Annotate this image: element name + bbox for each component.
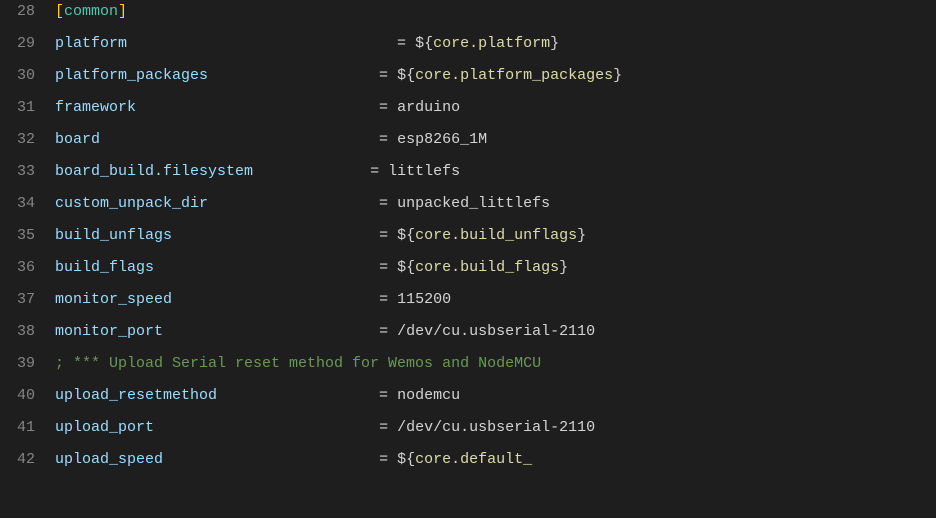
line-content: board = esp8266_1M [55, 128, 936, 152]
code-line: 42upload_speed = ${core.default_ [0, 448, 936, 480]
token: = [154, 419, 397, 436]
line-content: custom_unpack_dir = unpacked_littlefs [55, 192, 936, 216]
code-line: 40upload_resetmethod = nodemcu [0, 384, 936, 416]
line-number: 34 [0, 192, 55, 216]
token: framework [55, 99, 136, 116]
line-content: board_build.filesystem = littlefs [55, 160, 936, 184]
token: = [208, 195, 397, 212]
token: core.build_flags [415, 259, 559, 276]
token: platform [55, 35, 127, 52]
token: = [163, 323, 397, 340]
code-line: 30platform_packages = ${core.platform_pa… [0, 64, 936, 96]
token: board [55, 131, 100, 148]
token: = [208, 67, 397, 84]
token: custom_unpack_dir [55, 195, 208, 212]
token: upload_speed [55, 451, 163, 468]
line-number: 39 [0, 352, 55, 376]
token: build_flags [55, 259, 154, 276]
line-content: ; *** Upload Serial reset method for Wem… [55, 352, 936, 376]
line-content: upload_resetmethod = nodemcu [55, 384, 936, 408]
line-content: platform = ${core.platform} [55, 32, 936, 56]
line-content: upload_speed = ${core.default_ [55, 448, 936, 472]
token: core.platform_packages [415, 67, 613, 84]
token: platform_packages [55, 67, 208, 84]
token: = [163, 451, 397, 468]
token: core.platform [433, 35, 550, 52]
token: ${ [415, 35, 433, 52]
token: arduino [397, 99, 460, 116]
code-line: 28[common] [0, 0, 936, 32]
token: = [154, 259, 397, 276]
line-content: build_unflags = ${core.build_unflags} [55, 224, 936, 248]
token: board_build.filesystem [55, 163, 253, 180]
token: common [64, 3, 118, 20]
token: = [172, 227, 397, 244]
line-number: 38 [0, 320, 55, 344]
code-line: 32board = esp8266_1M [0, 128, 936, 160]
token: unpacked_littlefs [397, 195, 550, 212]
token: /dev/cu.usbserial-2110 [397, 419, 595, 436]
token: } [577, 227, 586, 244]
token: ${ [397, 67, 415, 84]
code-line: 36build_flags = ${core.build_flags} [0, 256, 936, 288]
token: = [127, 35, 415, 52]
line-number: 41 [0, 416, 55, 440]
line-content: monitor_speed = 115200 [55, 288, 936, 312]
token: ${ [397, 451, 415, 468]
line-content: [common] [55, 0, 936, 24]
line-number: 37 [0, 288, 55, 312]
line-number: 31 [0, 96, 55, 120]
token: monitor_speed [55, 291, 172, 308]
token: ] [118, 3, 127, 20]
code-editor: 28[common]29platform = ${core.platform}3… [0, 0, 936, 518]
line-number: 32 [0, 128, 55, 152]
token: = [172, 291, 397, 308]
token: } [613, 67, 622, 84]
token: = [253, 163, 388, 180]
line-number: 42 [0, 448, 55, 472]
line-content: build_flags = ${core.build_flags} [55, 256, 936, 280]
token: esp8266_1M [397, 131, 487, 148]
token: ${ [397, 227, 415, 244]
token: = [217, 387, 397, 404]
token: upload_port [55, 419, 154, 436]
line-content: monitor_port = /dev/cu.usbserial-2110 [55, 320, 936, 344]
token: [ [55, 3, 64, 20]
code-line: 41upload_port = /dev/cu.usbserial-2110 [0, 416, 936, 448]
code-line: 31framework = arduino [0, 96, 936, 128]
token: core.build_unflags [415, 227, 577, 244]
code-line: 33board_build.filesystem = littlefs [0, 160, 936, 192]
line-number: 35 [0, 224, 55, 248]
code-line: 29platform = ${core.platform} [0, 32, 936, 64]
token: } [559, 259, 568, 276]
code-line: 34custom_unpack_dir = unpacked_littlefs [0, 192, 936, 224]
token: upload_resetmethod [55, 387, 217, 404]
code-line: 35build_unflags = ${core.build_unflags} [0, 224, 936, 256]
code-line: 38monitor_port = /dev/cu.usbserial-2110 [0, 320, 936, 352]
token: 115200 [397, 291, 451, 308]
code-line: 39; *** Upload Serial reset method for W… [0, 352, 936, 384]
token: monitor_port [55, 323, 163, 340]
token: = [100, 131, 397, 148]
line-content: framework = arduino [55, 96, 936, 120]
line-number: 40 [0, 384, 55, 408]
line-content: upload_port = /dev/cu.usbserial-2110 [55, 416, 936, 440]
token: littlefs [388, 163, 460, 180]
token: nodemcu [397, 387, 460, 404]
line-number: 30 [0, 64, 55, 88]
token: = [136, 99, 397, 116]
line-number: 36 [0, 256, 55, 280]
token: } [550, 35, 559, 52]
token: ; *** Upload Serial reset method for Wem… [55, 355, 541, 372]
token: /dev/cu.usbserial-2110 [397, 323, 595, 340]
line-number: 33 [0, 160, 55, 184]
line-content: platform_packages = ${core.platform_pack… [55, 64, 936, 88]
token: build_unflags [55, 227, 172, 244]
code-line: 37monitor_speed = 115200 [0, 288, 936, 320]
token: ${ [397, 259, 415, 276]
token: core.default_ [415, 451, 532, 468]
line-number: 29 [0, 32, 55, 56]
line-number: 28 [0, 0, 55, 24]
